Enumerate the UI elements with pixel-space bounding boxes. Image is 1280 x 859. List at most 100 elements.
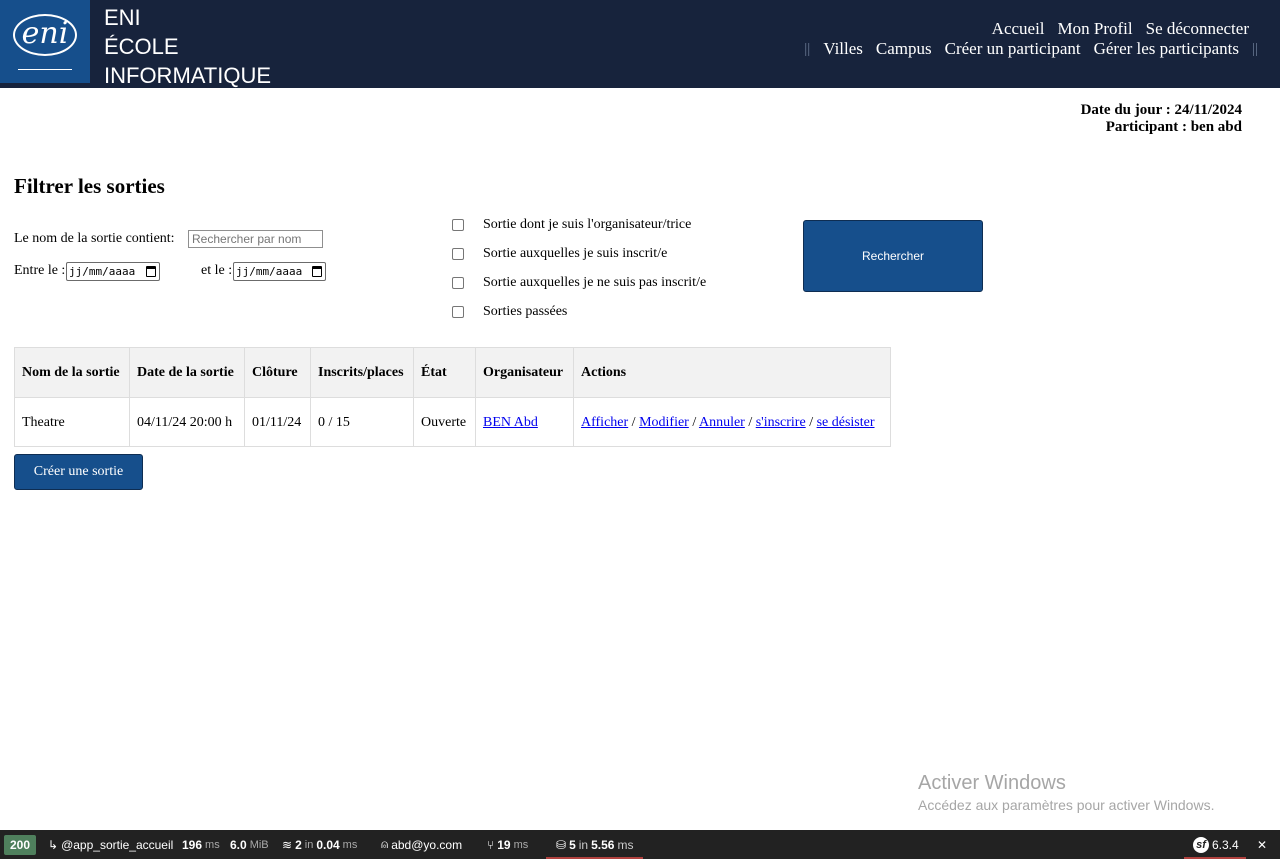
action-modifier-link[interactable]: Modifier [639, 415, 689, 430]
nav-villes[interactable]: Villes [823, 39, 863, 59]
cell-date: 04/11/24 20:00 h [129, 397, 245, 447]
col-nom: Nom de la sortie [14, 347, 130, 398]
checkbox-passees-label[interactable]: Sorties passées [483, 304, 567, 320]
cell-inscrits: 0 / 15 [310, 397, 414, 447]
session-info: Date du jour : 24/11/2024 Participant : … [1081, 102, 1242, 136]
checkbox-organisateur[interactable] [452, 219, 464, 231]
time-unit: ms [205, 838, 220, 851]
cell-cloture: 01/11/24 [244, 397, 311, 447]
checkbox-non-inscrit[interactable] [452, 277, 464, 289]
cell-actions: Afficher / Modifier / Annuler / s'inscri… [573, 397, 891, 447]
col-inscrits: Inscrits/places [310, 347, 414, 398]
route-arrow-icon: ↳ [48, 837, 59, 852]
table-header-row: Nom de la sortie Date de la sortie Clôtu… [14, 347, 891, 398]
search-button[interactable]: Rechercher [803, 220, 983, 292]
nav-se-deconnecter[interactable]: Se déconnecter [1146, 19, 1249, 39]
brand-line-1: ENI [104, 5, 141, 30]
toolbar-twig[interactable]: ⑂ 19 ms [487, 830, 528, 859]
brand-name: ENI ÉCOLE INFORMATIQUE [104, 3, 271, 90]
filter-passees: Sorties passées [452, 304, 567, 320]
logo-underline [18, 69, 72, 70]
date-from-label: Entre le : [14, 263, 66, 278]
nav-gerer-participants[interactable]: Gérer les participants [1094, 39, 1239, 59]
date-from-placeholder: jj/mm/aaaa [69, 265, 136, 278]
nav-separator-left: || [804, 40, 811, 57]
nav-creer-participant[interactable]: Créer un participant [945, 39, 1081, 59]
toolbar-route[interactable]: ↳ @app_sortie_accueil [48, 830, 173, 859]
watermark-title: Activer Windows [918, 772, 1066, 794]
logo-text: eni [21, 16, 69, 51]
brand-line-3: INFORMATIQUE [104, 63, 272, 88]
checkbox-inscrit-label[interactable]: Sortie auxquelles je suis inscrit/e [483, 246, 667, 262]
eni-logo[interactable]: eni [0, 0, 90, 83]
action-inscrire-link[interactable]: s'inscrire [756, 415, 806, 430]
name-filter-label: Le nom de la sortie contient: [14, 231, 175, 246]
db-unit: ms [617, 837, 634, 852]
time-value: 196 [182, 837, 203, 852]
twig-icon: ⑂ [487, 837, 495, 852]
calendar-icon[interactable] [312, 266, 322, 277]
toolbar-memory[interactable]: 6.0 MiB [230, 830, 269, 859]
windows-activation-watermark: Activer Windows Accédez aux paramètres p… [918, 771, 1214, 815]
user-email: abd@yo.com [391, 837, 463, 852]
nav-separator-right: || [1251, 40, 1258, 57]
db-in: in [578, 837, 589, 852]
search-name-input[interactable] [188, 230, 323, 248]
memory-value: 6.0 [230, 837, 247, 852]
route-name: @app_sortie_accueil [61, 837, 174, 852]
symfony-version: 6.3.4 [1212, 837, 1239, 852]
filter-organisateur: Sortie dont je suis l'organisateur/trice [452, 217, 691, 233]
checkbox-non-inscrit-label[interactable]: Sortie auxquelles je ne suis pas inscrit… [483, 275, 706, 291]
brand-line-2: ÉCOLE [104, 34, 179, 59]
nav-campus[interactable]: Campus [876, 39, 932, 59]
toolbar-cache[interactable]: ≋ 2 in 0.04 ms [282, 830, 357, 859]
filter-non-inscrit: Sortie auxquelles je ne suis pas inscrit… [452, 275, 706, 291]
page-title: Filtrer les sorties [14, 174, 165, 198]
cell-etat: Ouverte [413, 397, 476, 447]
create-sortie-button[interactable]: Créer une sortie [14, 454, 143, 490]
checkbox-organisateur-label[interactable]: Sortie dont je suis l'organisateur/trice [483, 217, 691, 233]
cache-in: in [304, 838, 314, 851]
db-time: 5.56 [591, 837, 615, 852]
col-actions: Actions [573, 347, 891, 398]
table-row: Theatre 04/11/24 20:00 h 01/11/24 0 / 15… [14, 397, 891, 447]
toolbar-version[interactable]: sf 6.3.4 [1193, 830, 1239, 859]
action-desister-link[interactable]: se désister [817, 415, 875, 430]
action-afficher-link[interactable]: Afficher [581, 415, 628, 430]
top-header: eni ENI ÉCOLE INFORMATIQUE Accueil Mon P… [0, 0, 1280, 88]
twig-unit: ms [513, 838, 529, 851]
nav-mon-profil[interactable]: Mon Profil [1058, 19, 1133, 39]
checkbox-inscrit[interactable] [452, 248, 464, 260]
participant-name: Participant : ben abd [1105, 119, 1242, 135]
calendar-icon[interactable] [146, 266, 156, 277]
col-date: Date de la sortie [129, 347, 245, 398]
db-queries: 5 [569, 837, 576, 852]
symfony-debug-toolbar: 200 ↳ @app_sortie_accueil 196 ms 6.0 MiB… [0, 830, 1280, 859]
action-annuler-link[interactable]: Annuler [699, 415, 745, 430]
checkbox-passees[interactable] [452, 306, 464, 318]
date-to-placeholder: jj/mm/aaaa [236, 265, 303, 278]
cell-organisateur: BEN Abd [475, 397, 574, 447]
twig-time: 19 [497, 837, 511, 852]
close-icon[interactable]: ✕ [1257, 838, 1267, 852]
nav-admin: || Villes Campus Créer un participant Gé… [804, 39, 1258, 59]
cache-count: 2 [295, 837, 302, 852]
toolbar-close[interactable]: ✕ [1257, 830, 1267, 859]
filter-inscrit: Sortie auxquelles je suis inscrit/e [452, 246, 667, 262]
col-cloture: Clôture [244, 347, 311, 398]
sorties-table: Nom de la sortie Date de la sortie Clôtu… [14, 347, 891, 447]
watermark-subtitle: Accédez aux paramètres pour activer Wind… [918, 797, 1215, 813]
current-date: Date du jour : 24/11/2024 [1080, 102, 1242, 118]
symfony-logo-icon: sf [1193, 836, 1209, 853]
layers-icon: ≋ [282, 837, 293, 852]
toolbar-database[interactable]: ⛁ 5 in 5.56 ms [556, 830, 633, 859]
toolbar-user[interactable]: ⍝ abd@yo.com [381, 830, 462, 859]
date-from-input[interactable]: jj/mm/aaaa [66, 262, 160, 281]
toolbar-time[interactable]: 196 ms [182, 830, 220, 859]
organisateur-link[interactable]: BEN Abd [483, 415, 538, 430]
nav-accueil[interactable]: Accueil [992, 19, 1045, 39]
toolbar-status[interactable]: 200 [4, 830, 37, 859]
user-icon: ⍝ [381, 837, 389, 851]
col-etat: État [413, 347, 476, 398]
date-to-input[interactable]: jj/mm/aaaa [233, 262, 326, 281]
